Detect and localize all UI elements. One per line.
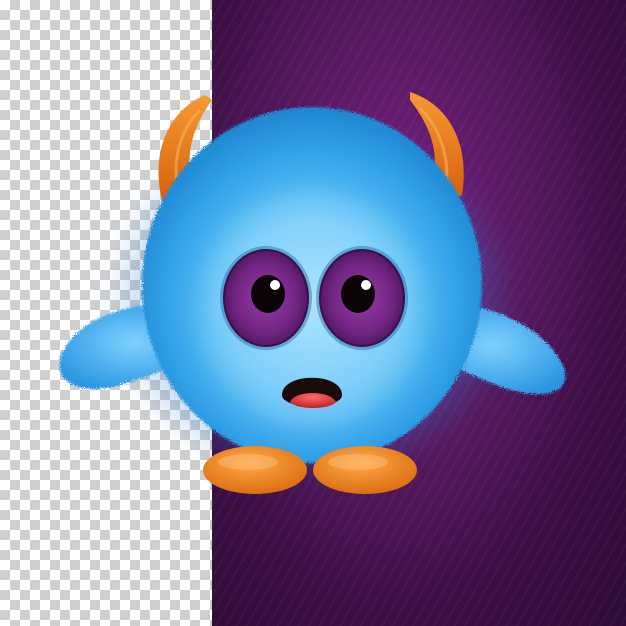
right-foot	[313, 446, 417, 494]
monster-illustration	[59, 92, 566, 494]
right-eye	[316, 246, 408, 350]
left-eye	[220, 246, 312, 350]
image-canvas	[0, 0, 626, 626]
left-foot	[203, 446, 307, 494]
